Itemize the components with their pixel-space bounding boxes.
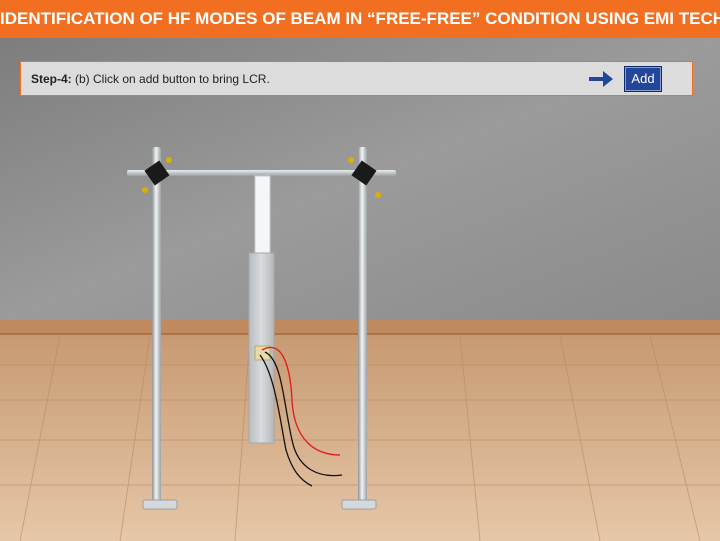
right-base: [341, 499, 377, 510]
add-button[interactable]: Add: [624, 66, 662, 92]
left-pole: [152, 147, 161, 503]
instruction-text: Step-4: (b) Click on add button to bring…: [31, 72, 270, 86]
arrow-right-icon: [589, 71, 613, 87]
step-label: Step-4:: [31, 72, 72, 86]
left-base: [142, 499, 178, 510]
step-description: (b) Click on add button to bring LCR.: [71, 72, 270, 86]
experiment-scene: [0, 38, 720, 541]
right-pole: [358, 147, 367, 503]
page-title: IDENTIFICATION OF HF MODES OF BEAM IN “F…: [0, 0, 720, 38]
instruction-panel: Step-4: (b) Click on add button to bring…: [20, 61, 693, 96]
